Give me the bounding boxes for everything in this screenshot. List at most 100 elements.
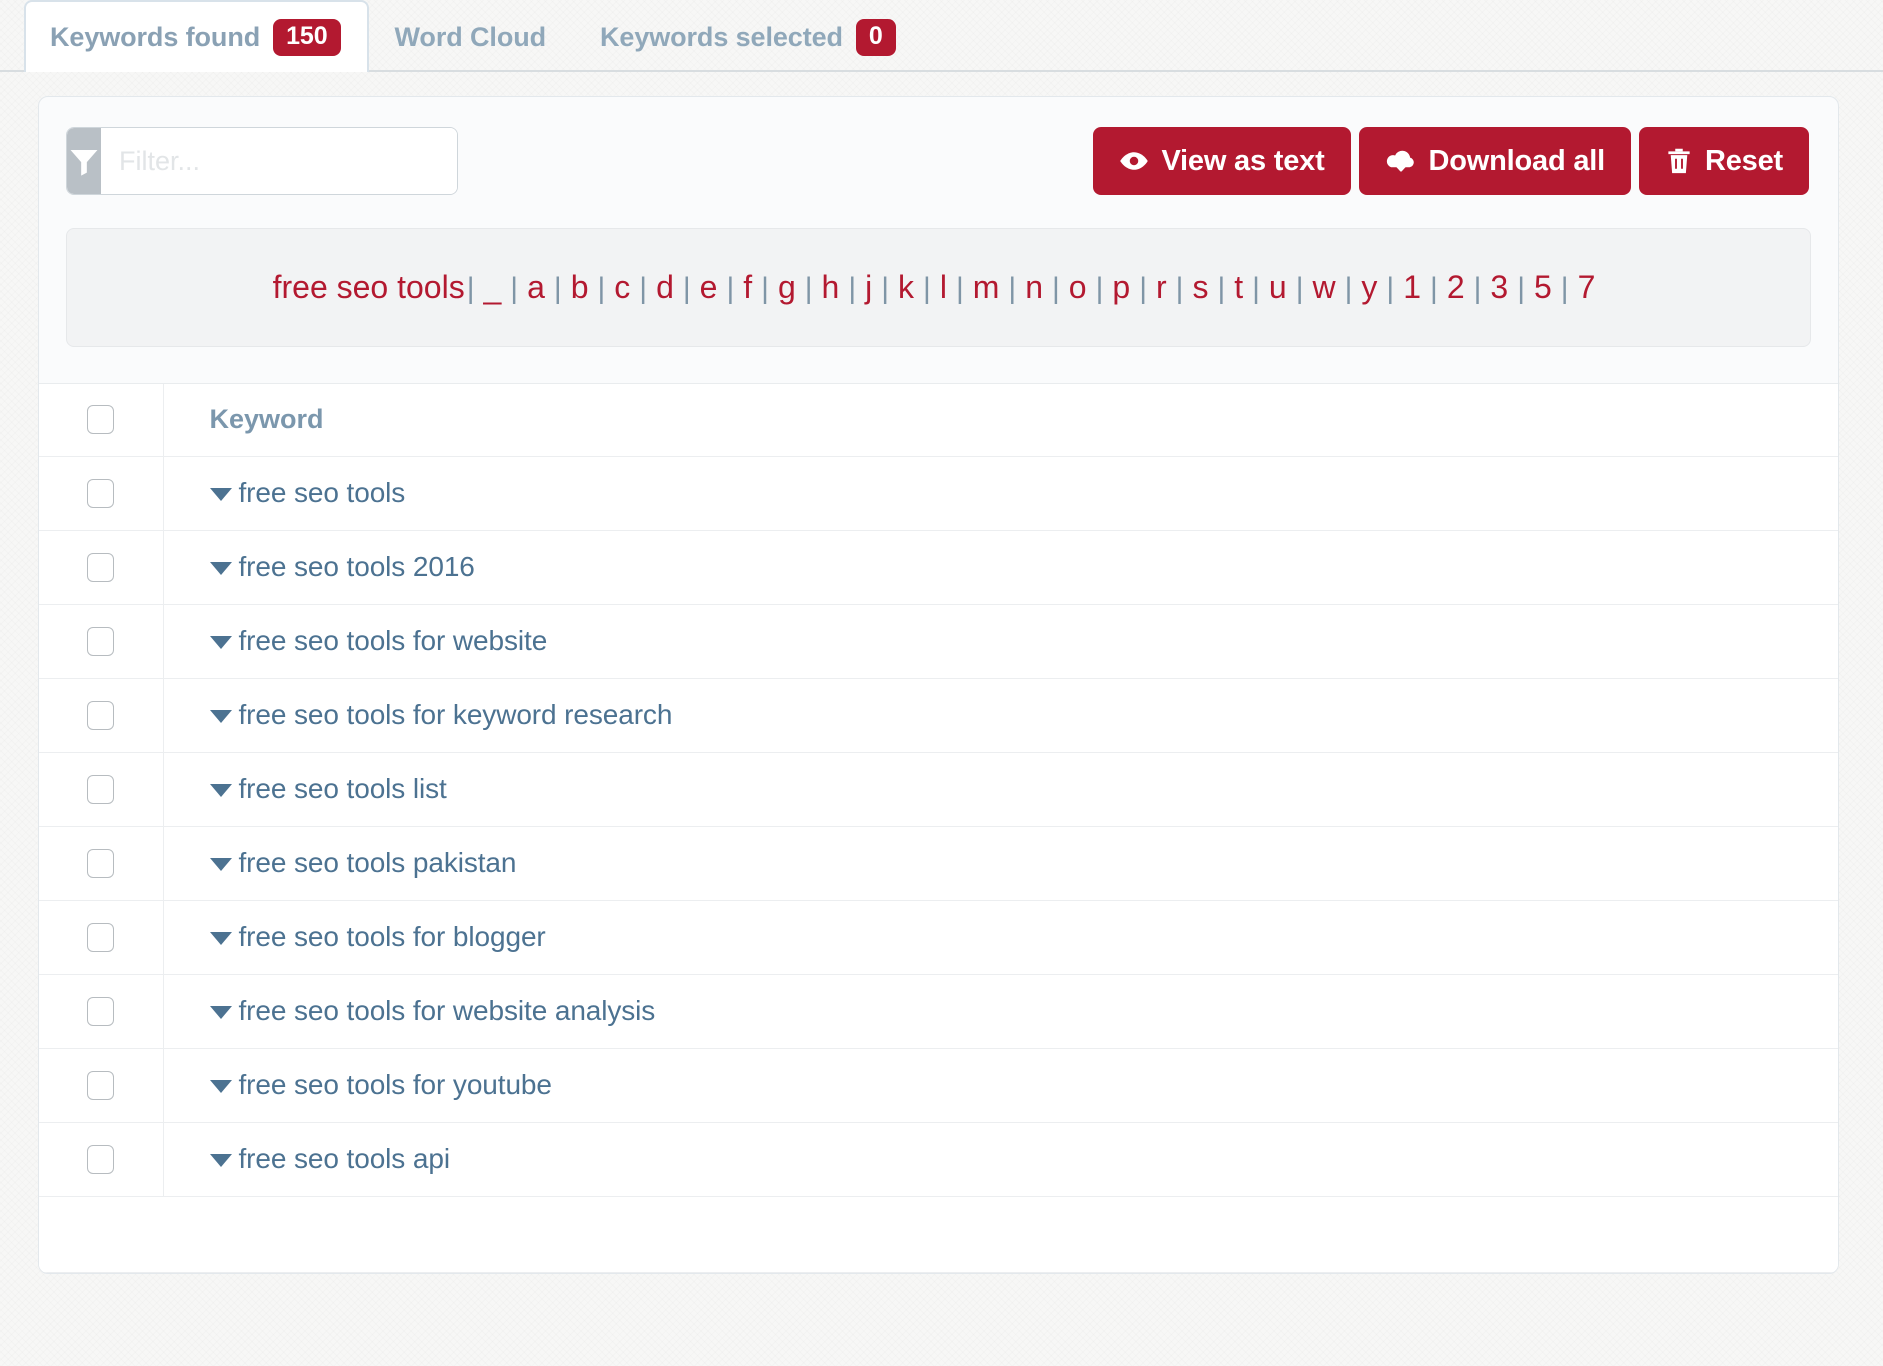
alphabet-link[interactable]: 5 <box>1525 269 1561 305</box>
alphabet-link[interactable]: _ <box>475 269 511 305</box>
caret-down-icon[interactable] <box>209 709 232 723</box>
caret-down-icon[interactable] <box>209 1005 232 1019</box>
alphabet-link[interactable]: g <box>769 269 805 305</box>
row-checkbox[interactable] <box>87 848 115 878</box>
row-checkbox[interactable] <box>87 1144 115 1174</box>
cloud-download-icon <box>1385 146 1417 176</box>
alphabet-link[interactable]: h <box>813 269 849 305</box>
row-checkbox[interactable] <box>87 922 115 952</box>
row-checkbox[interactable] <box>87 478 115 508</box>
caret-down-icon[interactable] <box>209 561 232 575</box>
keywords-panel: View as text Download all <box>38 96 1839 1274</box>
alphabet-separator: | <box>923 272 931 305</box>
row-checkbox[interactable] <box>87 774 115 804</box>
row-select-cell <box>39 752 164 827</box>
tab-keywords-selected[interactable]: Keywords selected 0 <box>574 0 924 72</box>
alphabet-link[interactable]: r <box>1147 269 1176 305</box>
alphabet-separator: | <box>1052 272 1060 305</box>
table-row[interactable]: free seo tools list <box>39 752 1838 827</box>
alphabet-link[interactable]: f <box>734 269 761 305</box>
keyword-cell: free seo tools list <box>163 752 1838 827</box>
table-row[interactable]: free seo tools for blogger <box>39 900 1838 975</box>
table-row[interactable]: free seo tools pakistan <box>39 826 1838 901</box>
alphabet-separator: | <box>881 272 890 305</box>
table-row[interactable]: free seo tools for website analysis <box>39 974 1838 1049</box>
caret-down-icon[interactable] <box>209 857 232 871</box>
alphabet-link[interactable]: d <box>647 269 683 305</box>
select-all-checkbox[interactable] <box>87 405 115 435</box>
alphabet-link[interactable]: n <box>1016 269 1052 305</box>
keyword-link[interactable]: free seo tools list <box>209 773 447 805</box>
filter-input[interactable] <box>101 128 457 194</box>
alphabet-link[interactable]: e <box>691 269 727 305</box>
row-checkbox[interactable] <box>87 996 115 1026</box>
row-checkbox[interactable] <box>87 626 115 656</box>
caret-down-icon[interactable] <box>209 1153 232 1167</box>
alphabet-link[interactable]: 3 <box>1481 269 1517 305</box>
alphabet-link[interactable]: b <box>562 269 598 305</box>
keyword-link[interactable]: free seo tools for website <box>209 625 547 657</box>
table-row[interactable]: free seo tools for youtube <box>39 1048 1838 1123</box>
row-checkbox[interactable] <box>87 552 115 582</box>
tab-word-cloud[interactable]: Word Cloud <box>369 0 574 72</box>
table-row[interactable]: free seo tools api <box>39 1122 1838 1197</box>
table-row[interactable]: free seo tools 2016 <box>39 530 1838 605</box>
alphabet-link[interactable]: y <box>1352 269 1386 305</box>
keyword-link[interactable]: free seo tools for blogger <box>209 921 546 953</box>
keyword-header-cell: Keyword <box>163 384 1838 457</box>
alphabet-link[interactable]: t <box>1225 269 1252 305</box>
keyword-link[interactable]: free seo tools for website analysis <box>209 995 655 1027</box>
keyword-link[interactable]: free seo tools pakistan <box>209 847 516 879</box>
row-select-cell <box>39 1048 164 1123</box>
toolbar: View as text Download all <box>39 97 1838 195</box>
download-all-button[interactable]: Download all <box>1358 127 1631 195</box>
reset-button[interactable]: Reset <box>1639 127 1809 195</box>
keyword-text: free seo tools for keyword research <box>238 699 673 730</box>
alphabet-link[interactable]: a <box>518 269 554 305</box>
row-select-cell <box>39 900 164 975</box>
alphabet-link[interactable]: w <box>1304 269 1345 305</box>
alphabet-separator: | <box>510 272 519 305</box>
row-select-cell <box>39 826 164 901</box>
keyword-link[interactable]: free seo tools for youtube <box>209 1069 552 1101</box>
keyword-link[interactable]: free seo tools for keyword research <box>209 699 673 731</box>
caret-down-icon[interactable] <box>209 783 232 797</box>
caret-down-icon[interactable] <box>209 931 232 945</box>
keyword-cell: free seo tools for website analysis <box>163 974 1838 1049</box>
table-row[interactable]: free seo tools for website <box>39 604 1838 679</box>
alphabet-link[interactable]: u <box>1260 269 1296 305</box>
keyword-link[interactable]: free seo tools api <box>209 1143 451 1175</box>
alphabet-link[interactable]: s <box>1183 269 1217 305</box>
table-row[interactable]: free seo tools for keyword research <box>39 678 1838 753</box>
alphabet-link[interactable]: m <box>964 269 1009 305</box>
view-as-text-button[interactable]: View as text <box>1093 127 1351 195</box>
keyword-text: free seo tools api <box>238 1143 451 1174</box>
caret-down-icon[interactable] <box>209 635 232 649</box>
alphabet-link[interactable]: k <box>889 269 923 305</box>
keyword-link[interactable]: free seo tools <box>209 477 405 509</box>
alphabet-link[interactable]: 1 <box>1394 269 1430 305</box>
alphabet-link[interactable]: l <box>931 269 956 305</box>
filter-input-group[interactable] <box>66 127 458 195</box>
keywords-table-head: Keyword <box>39 384 1838 457</box>
alphabet-link[interactable]: 2 <box>1438 269 1474 305</box>
keyword-cell: free seo tools <box>163 456 1838 531</box>
alphabet-separator: | <box>1295 272 1304 305</box>
tab-keywords-found-label: Keywords found <box>50 21 261 52</box>
caret-down-icon[interactable] <box>209 1079 232 1093</box>
alphabet-link[interactable]: 7 <box>1569 269 1605 305</box>
keywords-table: Keyword free seo tools free seo tools 201… <box>39 384 1838 1197</box>
keyword-cell: free seo tools api <box>163 1122 1838 1197</box>
caret-down-icon[interactable] <box>209 487 232 501</box>
alphabet-link[interactable]: o <box>1060 269 1096 305</box>
row-checkbox[interactable] <box>87 700 115 730</box>
row-checkbox[interactable] <box>87 1070 115 1100</box>
tab-keywords-found[interactable]: Keywords found 150 <box>24 0 369 72</box>
alphabet-link[interactable]: p <box>1103 269 1139 305</box>
alphabet-link[interactable]: j <box>856 269 881 305</box>
keyword-link[interactable]: free seo tools 2016 <box>209 551 475 583</box>
alphabet-link[interactable]: c <box>605 269 639 305</box>
alphabet-separator: | <box>848 272 857 305</box>
alphabet-separator: | <box>466 272 475 305</box>
table-row[interactable]: free seo tools <box>39 456 1838 531</box>
